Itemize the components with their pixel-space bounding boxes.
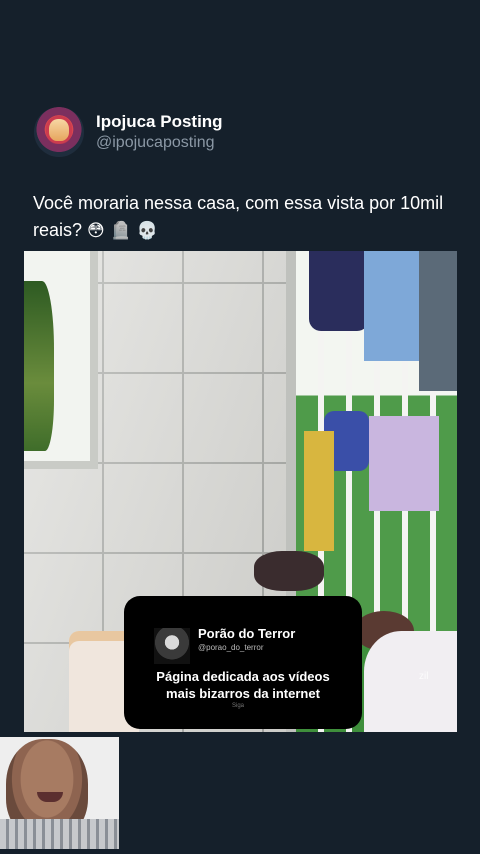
hanging-clothes — [419, 251, 457, 391]
hanging-clothes — [309, 251, 369, 331]
video-overlay-card[interactable]: Porão do Terror @porao_do_terror Página … — [124, 596, 362, 729]
tweet-emojis: 😳 🪦 💀 — [87, 221, 158, 241]
hanging-clothes — [369, 416, 439, 511]
hanging-clothes — [304, 431, 334, 551]
shirt — [0, 819, 119, 849]
tweet-text: Você moraria nessa casa, com essa vista … — [33, 190, 453, 245]
video-watermark: zil — [419, 671, 429, 682]
hanging-clothes — [364, 251, 419, 361]
overlay-description: Página dedicada aos vídeos mais bizarros… — [156, 669, 330, 701]
overlay-tag: Siga — [232, 703, 245, 709]
author-names: Ipojuca Posting @ipojucaposting — [96, 112, 223, 152]
overlay-title: Porão do Terror — [198, 626, 296, 641]
overlay-avatar — [154, 628, 190, 664]
overlay-handle: @porao_do_terror — [198, 643, 264, 652]
user-handle[interactable]: @ipojucaposting — [96, 134, 223, 152]
profile-avatar[interactable] — [34, 107, 84, 157]
person — [364, 631, 457, 732]
facecam-video — [0, 737, 119, 849]
plant-outside — [24, 281, 54, 451]
post-header: Ipojuca Posting @ipojucaposting — [34, 107, 223, 157]
floor-objects — [254, 551, 324, 591]
display-name[interactable]: Ipojuca Posting — [96, 112, 223, 132]
